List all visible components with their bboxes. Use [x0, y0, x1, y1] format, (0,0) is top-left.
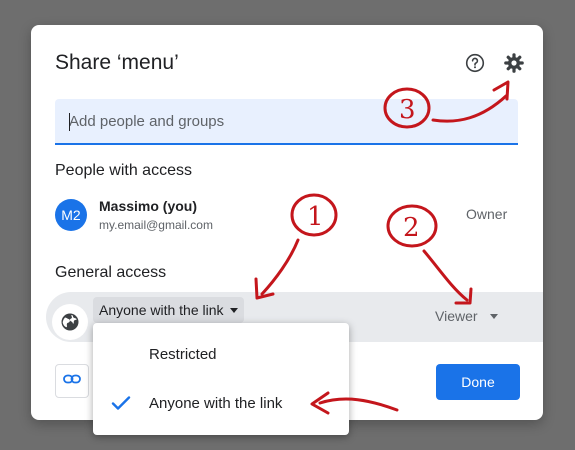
- done-button[interactable]: Done: [436, 364, 520, 400]
- role-label: Viewer: [435, 308, 478, 324]
- help-icon[interactable]: [463, 51, 487, 75]
- add-people-field[interactable]: [55, 99, 518, 145]
- general-access-title: General access: [55, 264, 167, 281]
- person-name: Massimo (you): [99, 198, 198, 214]
- globe-icon: [52, 304, 88, 340]
- people-section-title: People with access: [55, 162, 192, 179]
- dialog-title: Share ‘menu’: [55, 51, 179, 74]
- search-input[interactable]: [55, 99, 518, 143]
- link-icon: [63, 372, 81, 390]
- role-dropdown[interactable]: Viewer: [435, 308, 498, 324]
- avatar: M2: [55, 199, 87, 231]
- check-icon: [111, 395, 131, 415]
- access-options-menu: Restricted Anyone with the link: [93, 323, 349, 435]
- menu-item-restricted[interactable]: Restricted: [93, 334, 349, 374]
- text-cursor: [69, 113, 70, 131]
- menu-item-label: Anyone with the link: [149, 394, 283, 412]
- chevron-down-icon: [489, 313, 498, 319]
- menu-item-label: Restricted: [149, 345, 217, 363]
- copy-link-button[interactable]: [55, 364, 89, 398]
- chevron-down-icon: [229, 307, 238, 313]
- general-access-selected: Anyone with the link: [99, 302, 224, 318]
- menu-item-anyone-with-link[interactable]: Anyone with the link: [93, 383, 349, 423]
- general-access-dropdown[interactable]: Anyone with the link: [93, 297, 244, 323]
- person-email: my.email@gmail.com: [99, 218, 213, 232]
- person-role: Owner: [466, 206, 508, 222]
- gear-icon[interactable]: [502, 51, 526, 75]
